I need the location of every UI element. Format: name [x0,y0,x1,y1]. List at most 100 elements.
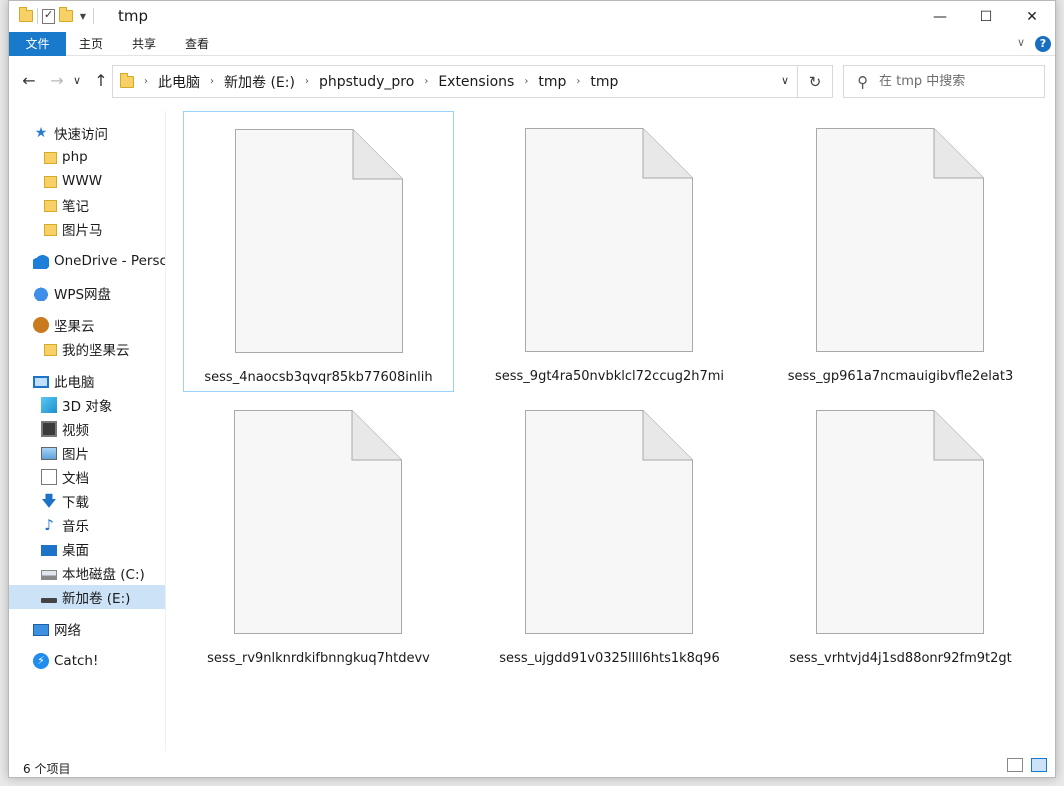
breadcrumb-drive-e[interactable]: 新加卷 (E:) [224,72,295,92]
search-input[interactable] [879,74,1029,89]
breadcrumb-tmp[interactable]: tmp [538,74,566,90]
sidebar-item-music[interactable]: ♪ 音乐 [9,513,165,537]
sidebar-item-downloads[interactable]: 🡇 下载 [9,489,165,513]
item-count: 6 个项目 [23,762,71,776]
breadcrumb-separator-icon[interactable]: › [424,76,428,87]
help-button[interactable]: ? [1035,36,1051,52]
search-box[interactable]: ⚲ [843,65,1045,98]
sidebar-item-this-pc[interactable]: 此电脑 [9,369,165,393]
sidebar-item-label: 快速访问 [54,127,108,143]
tab-share[interactable]: 共享 [119,32,169,56]
breadcrumb-phpstudy-pro[interactable]: phpstudy_pro [319,74,414,90]
file-item[interactable]: sess_rv9nlknrdkifbnngkuq7htdevv [183,393,454,674]
maximize-button[interactable]: ☐ [963,1,1009,32]
pictures-icon [41,447,57,460]
sidebar-item-label: 新加卷 (E:) [62,591,131,607]
divider [37,8,38,24]
file-icon [816,410,984,634]
drive-e-icon [41,598,57,603]
file-item[interactable]: sess_vrhtvjd4j1sd88onr92fm9t2gt [765,393,1036,674]
sidebar-item-label: 文档 [62,471,89,487]
status-bar: 6 个项目 [9,753,1055,777]
file-name: sess_rv9nlknrdkifbnngkuq7htdevv [207,651,430,666]
tab-view[interactable]: 查看 [172,32,222,56]
file-name: sess_9gt4ra50nvbklcl72ccug2h7mi [494,369,725,384]
folder-icon [44,200,57,212]
sidebar-item-notes[interactable]: 笔记 [9,193,165,217]
breadcrumb-tmp-current[interactable]: tmp [590,74,618,90]
breadcrumb-separator-icon[interactable]: › [576,76,580,87]
folder-icon [120,72,134,88]
recent-locations-chevron-icon[interactable]: ∨ [67,74,87,87]
sidebar-item-documents[interactable]: 文档 [9,465,165,489]
sidebar-item-pictures[interactable]: 图片 [9,441,165,465]
breadcrumb-extensions[interactable]: Extensions [438,74,514,90]
sidebar-item-catch[interactable]: ⚡ Catch! [9,649,165,673]
file-icon [525,410,693,634]
forward-button[interactable]: → [47,71,67,90]
file-item[interactable]: sess_ujgdd91v0325llll6hts1k8q96 [474,393,745,674]
file-icon [235,129,403,353]
file-item[interactable]: sess_9gt4ra50nvbklcl72ccug2h7mi [474,111,745,392]
file-name: sess_4naocsb3qvqr85kb77608inlih [204,370,433,385]
sidebar-item-videos[interactable]: 视频 [9,417,165,441]
up-button[interactable]: ↑ [91,71,111,90]
breadcrumb-separator-icon[interactable]: › [305,76,309,87]
details-view-icon[interactable] [1007,758,1023,772]
breadcrumb-separator-icon[interactable]: › [144,76,148,87]
address-history-chevron-icon[interactable]: ∨ [781,74,789,87]
properties-icon[interactable] [42,8,55,24]
sidebar-item-label: 我的坚果云 [62,343,130,359]
minimize-button[interactable]: — [917,1,963,32]
back-button[interactable]: ← [19,71,39,90]
sidebar-item-wps-cloud[interactable]: WPS网盘 [9,281,165,305]
sidebar-item-label: WPS网盘 [54,287,112,303]
tab-file[interactable]: 文件 [9,32,66,56]
sidebar-item-3d-objects[interactable]: 3D 对象 [9,393,165,417]
sidebar-item-quick-access[interactable]: ★ 快速访问 [9,121,165,145]
sidebar-item-php[interactable]: php [9,145,165,169]
divider [93,8,94,24]
search-icon: ⚲ [857,72,868,91]
music-icon: ♪ [44,516,54,534]
sidebar-item-label: WWW [62,173,103,189]
network-icon [33,624,49,636]
sidebar-item-desktop[interactable]: 桌面 [9,537,165,561]
breadcrumb-separator-icon[interactable]: › [524,76,528,87]
folder-icon [44,344,57,356]
sidebar-item-label: 下载 [62,495,89,511]
sidebar-item-drive-e[interactable]: 新加卷 (E:) [9,585,165,609]
sidebar-item-label: 坚果云 [54,319,95,335]
sidebar-item-drive-c[interactable]: 本地磁盘 (C:) [9,561,165,585]
file-item[interactable]: sess_gp961a7ncmauigibvfle2elat3 [765,111,1036,392]
sidebar-item-onedrive[interactable]: OneDrive - Persc [9,249,165,273]
large-icons-view-icon[interactable] [1031,758,1047,772]
sidebar-item-network[interactable]: 网络 [9,617,165,641]
documents-icon [41,469,57,485]
address-bar[interactable]: › 此电脑 › 新加卷 (E:) › phpstudy_pro › Extens… [112,65,798,98]
sidebar-item-label: php [62,149,88,165]
tab-home[interactable]: 主页 [66,32,116,56]
file-item[interactable]: sess_4naocsb3qvqr85kb77608inlih [183,111,454,392]
wps-cloud-icon [33,285,49,301]
title-bar: ▼ tmp — ☐ ✕ [9,1,1055,32]
close-button[interactable]: ✕ [1009,1,1055,32]
sidebar-item-label: 桌面 [62,543,89,559]
customize-toolbar-chevron-icon[interactable]: ▼ [77,12,89,21]
file-name: sess_vrhtvjd4j1sd88onr92fm9t2gt [789,651,1012,666]
breadcrumb-separator-icon[interactable]: › [210,76,214,87]
sidebar-item-www[interactable]: WWW [9,169,165,193]
download-icon: 🡇 [41,492,57,510]
refresh-button[interactable]: ↻ [798,65,833,98]
breadcrumb-this-pc[interactable]: 此电脑 [158,72,200,92]
onedrive-icon [33,253,49,269]
sidebar-item-nutstore[interactable]: 坚果云 [9,313,165,337]
sidebar-item-label: 本地磁盘 (C:) [62,567,145,583]
ribbon-tabs: 文件 主页 共享 查看 ∨ ? [9,32,1055,56]
sidebar-item-image-horse[interactable]: 图片马 [9,217,165,241]
new-folder-icon[interactable] [59,7,73,22]
sidebar-item-label: 3D 对象 [62,399,113,415]
expand-ribbon-chevron-icon[interactable]: ∨ [1017,36,1025,49]
sidebar-item-my-nutstore[interactable]: 我的坚果云 [9,337,165,361]
3d-objects-icon [41,397,57,413]
